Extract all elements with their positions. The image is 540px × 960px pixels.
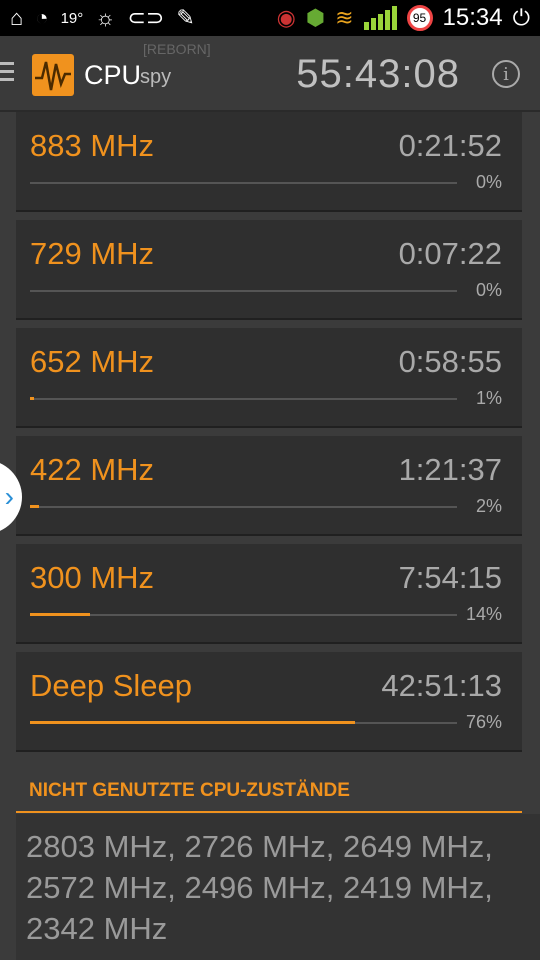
state-percent: 14%	[465, 604, 502, 624]
signal-icon	[363, 6, 397, 30]
app-bar: CPU spy [REBORN] 55:43:08 i	[0, 36, 540, 112]
state-frequency: 883 MHz	[30, 128, 155, 163]
cpu-state-card[interactable]: 422 MHz 1:21:37 2%	[16, 436, 522, 534]
state-percent: 1%	[475, 388, 502, 408]
state-duration: 0:58:55	[398, 344, 502, 379]
state-progress-fill	[30, 397, 35, 400]
state-progress-track	[30, 290, 457, 292]
cpu-state-card[interactable]: Deep Sleep 42:51:13 76%	[16, 652, 522, 750]
battery-badge: 95	[406, 5, 433, 31]
brightness-icon: ☼	[95, 5, 116, 30]
state-frequency: 422 MHz	[30, 452, 155, 487]
state-progress-track	[30, 182, 457, 184]
state-percent: 0%	[475, 172, 502, 192]
temperature: 19°	[60, 9, 84, 27]
menu-icon[interactable]	[0, 62, 14, 86]
state-duration: 7:54:15	[398, 560, 502, 595]
state-progress-fill	[30, 613, 90, 616]
reborn-label: [REBORN]	[143, 41, 211, 57]
app-name: CPU	[84, 60, 142, 90]
state-frequency: Deep Sleep	[30, 668, 193, 703]
clock: 15:34	[442, 4, 503, 31]
state-frequency: 300 MHz	[30, 560, 155, 595]
state-duration: 0:07:22	[398, 236, 502, 271]
power-icon: ⏻	[512, 5, 530, 30]
eye-icon: ◉	[276, 5, 296, 30]
android-icon: ⬢	[305, 5, 326, 30]
state-percent: 2%	[475, 496, 502, 516]
app-logo-icon[interactable]	[32, 54, 74, 96]
status-bar: ⌂ ◔ 19° ☼ ⊂⊃ ✎ ◉ ⬢ ≋ 95 15:34 ⏻	[0, 0, 540, 36]
state-percent: 0%	[475, 280, 502, 300]
home-icon: ⌂	[10, 5, 24, 30]
cpu-state-card[interactable]: 729 MHz 0:07:22 0%	[16, 220, 522, 318]
wifi-icon: ≋	[335, 5, 354, 30]
state-progress-track	[30, 613, 457, 616]
section-divider	[16, 811, 522, 813]
timer-icon: ◔	[35, 5, 49, 30]
state-progress-track	[30, 721, 457, 724]
cpu-state-card[interactable]: 300 MHz 7:54:15 14%	[16, 544, 522, 642]
state-duration: 42:51:13	[381, 668, 502, 703]
toggle-icon: ⊂⊃	[127, 5, 165, 30]
info-icon[interactable]: i	[492, 60, 520, 88]
uptime-readout: 55:43:08	[296, 52, 460, 96]
state-frequency: 652 MHz	[30, 344, 155, 379]
app-subtitle: spy	[140, 66, 172, 88]
state-progress-track	[30, 397, 457, 400]
state-progress-track	[30, 505, 457, 508]
pencil-icon: ✎	[176, 5, 195, 30]
unused-states-list: 2803 MHz, 2726 MHz, 2649 MHz, 2572 MHz, …	[26, 829, 493, 946]
state-duration: 1:21:37	[398, 452, 502, 487]
unused-states-title: NICHT GENUTZTE CPU-ZUSTÄNDE	[29, 780, 350, 801]
state-frequency: 729 MHz	[30, 236, 155, 271]
cpu-state-card[interactable]: 652 MHz 0:58:55 1%	[16, 328, 522, 426]
state-progress-fill	[30, 505, 39, 508]
cpu-state-card[interactable]: 883 MHz 0:21:52 0%	[16, 112, 522, 210]
state-progress-fill	[30, 721, 355, 724]
state-percent: 76%	[465, 712, 502, 732]
state-duration: 0:21:52	[398, 128, 502, 163]
